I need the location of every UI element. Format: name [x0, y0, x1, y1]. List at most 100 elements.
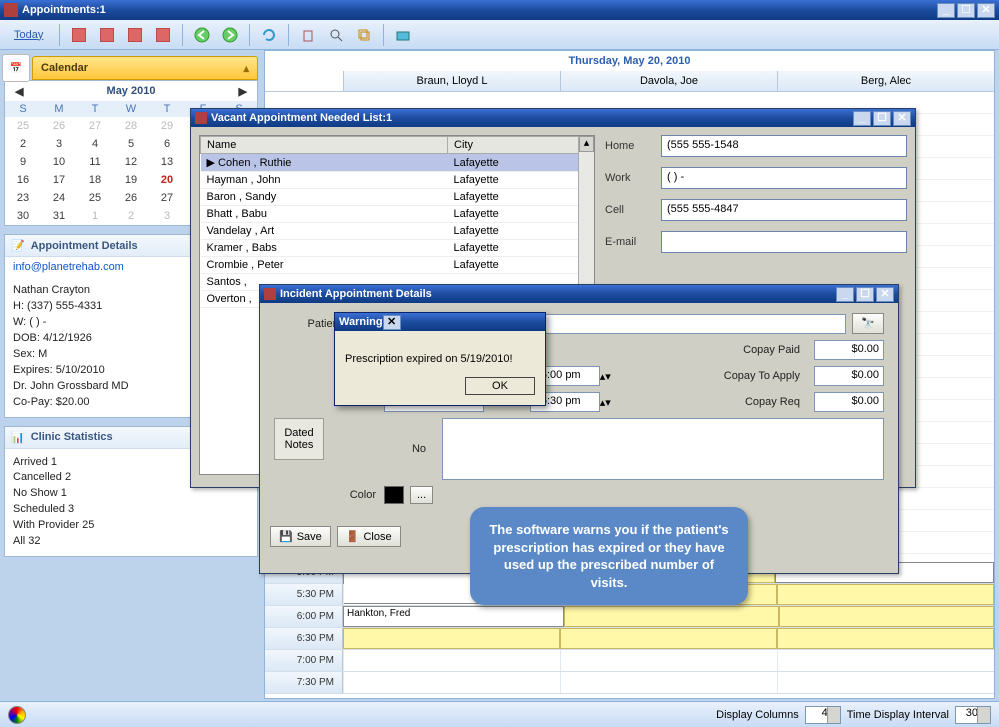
- scroll-up[interactable]: ▴: [579, 136, 594, 152]
- calendar-day[interactable]: 29: [149, 117, 185, 135]
- calendar-day[interactable]: 3: [149, 207, 185, 225]
- calendar-day[interactable]: 1: [77, 207, 113, 225]
- calendar-day[interactable]: 28: [113, 117, 149, 135]
- tool-icon-2[interactable]: [96, 24, 118, 46]
- list-row[interactable]: Baron , SandyLafayette: [201, 189, 594, 206]
- home-input[interactable]: (555 555-1548: [661, 135, 907, 157]
- search-user-icon[interactable]: [325, 24, 347, 46]
- vacant-close[interactable]: ✕: [893, 111, 911, 126]
- color-picker-button[interactable]: ...: [410, 486, 433, 504]
- copy-icon[interactable]: [353, 24, 375, 46]
- incident-close[interactable]: ✕: [876, 287, 894, 302]
- list-row[interactable]: Crombie , PeterLafayette: [201, 257, 594, 274]
- tool-icon-3[interactable]: [124, 24, 146, 46]
- calendar-day[interactable]: 18: [77, 171, 113, 189]
- calendar-day[interactable]: 10: [41, 153, 77, 171]
- warning-ok-button[interactable]: OK: [465, 377, 535, 395]
- provider-col-1[interactable]: Braun, Lloyd L: [343, 71, 560, 91]
- calendar-day[interactable]: 11: [77, 153, 113, 171]
- calendar-day[interactable]: 30: [5, 207, 41, 225]
- delete-icon[interactable]: [297, 24, 319, 46]
- help-callout: The software warns you if the patient's …: [470, 507, 748, 605]
- list-row[interactable]: ▶ Cohen , RuthieLafayette: [201, 154, 594, 172]
- provider-col-2[interactable]: Davola, Joe: [560, 71, 777, 91]
- close-button[interactable]: 🚪 Close: [337, 526, 401, 547]
- calendar-day[interactable]: 3: [41, 135, 77, 153]
- calendar-day[interactable]: 23: [5, 189, 41, 207]
- copay-paid-input[interactable]: $0.00: [814, 340, 884, 360]
- save-button[interactable]: 💾 Save: [270, 526, 331, 547]
- window-icon: [195, 112, 207, 124]
- next-month-button[interactable]: ▶: [239, 85, 247, 98]
- time-interval-spinner[interactable]: 30: [955, 706, 991, 724]
- nav-back-button[interactable]: [191, 24, 213, 46]
- calendar-day[interactable]: 26: [113, 189, 149, 207]
- binoculars-icon: 🔭: [861, 317, 875, 330]
- time-730pm: 7:30 PM: [265, 672, 343, 693]
- calendar-day[interactable]: 13: [149, 153, 185, 171]
- notepad-icon: 📝: [11, 239, 25, 252]
- list-row[interactable]: Kramer , BabsLafayette: [201, 240, 594, 257]
- tool-icon-4[interactable]: [152, 24, 174, 46]
- calendar-day[interactable]: 25: [5, 117, 41, 135]
- prev-month-button[interactable]: ◀: [15, 85, 23, 98]
- copay-req-input[interactable]: $0.00: [814, 392, 884, 412]
- dated-notes-button[interactable]: Dated Notes: [274, 418, 324, 460]
- cell-input[interactable]: (555 555-4847: [661, 199, 907, 221]
- calendar-day[interactable]: 9: [5, 153, 41, 171]
- provider-header-row: Braun, Lloyd L Davola, Joe Berg, Alec: [265, 71, 994, 92]
- month-label: May 2010: [107, 85, 156, 97]
- list-row[interactable]: Bhatt , BabuLafayette: [201, 206, 594, 223]
- color-swatch[interactable]: [384, 486, 404, 504]
- email-input[interactable]: [661, 231, 907, 253]
- time-7pm: 7:00 PM: [265, 650, 343, 671]
- vacant-minimize[interactable]: _: [853, 111, 871, 126]
- calendar-day[interactable]: 2: [113, 207, 149, 225]
- maximize-button[interactable]: ☐: [957, 3, 975, 18]
- display-columns-spinner[interactable]: 4: [805, 706, 841, 724]
- calendar-day[interactable]: 17: [41, 171, 77, 189]
- nav-forward-button[interactable]: [219, 24, 241, 46]
- calendar-day[interactable]: 24: [41, 189, 77, 207]
- time-530pm: 5:30 PM: [265, 584, 343, 605]
- lookup-button[interactable]: 🔭: [852, 313, 884, 334]
- copay-paid-label: Copay Paid: [743, 344, 808, 356]
- calendar-day[interactable]: 16: [5, 171, 41, 189]
- incident-maximize[interactable]: ☐: [856, 287, 874, 302]
- provider-col-3[interactable]: Berg, Alec: [777, 71, 994, 91]
- warning-close[interactable]: ✕: [383, 315, 401, 330]
- calendar-panel-header[interactable]: Calendar ▴: [32, 56, 258, 80]
- col-city[interactable]: City: [448, 137, 594, 154]
- calendar-day[interactable]: 4: [77, 135, 113, 153]
- list-row[interactable]: Vandelay , ArtLafayette: [201, 223, 594, 240]
- today-button[interactable]: Today: [6, 27, 51, 43]
- calendar-day[interactable]: 31: [41, 207, 77, 225]
- calendar-day[interactable]: 12: [113, 153, 149, 171]
- refresh-icon[interactable]: [258, 24, 280, 46]
- notes-textarea[interactable]: [442, 418, 884, 480]
- list-row[interactable]: Hayman , JohnLafayette: [201, 172, 594, 189]
- col-name[interactable]: Name: [201, 137, 448, 154]
- calendar-day[interactable]: 20: [149, 171, 185, 189]
- export-icon[interactable]: [392, 24, 414, 46]
- close-button[interactable]: ✕: [977, 3, 995, 18]
- work-input[interactable]: ( ) -: [661, 167, 907, 189]
- calendar-day[interactable]: 2: [5, 135, 41, 153]
- calendar-day[interactable]: 27: [149, 189, 185, 207]
- vacant-maximize[interactable]: ☐: [873, 111, 891, 126]
- calendar-day[interactable]: 26: [41, 117, 77, 135]
- appt-hankton[interactable]: Hankton, Fred: [343, 606, 564, 627]
- tool-icon-1[interactable]: [68, 24, 90, 46]
- copay-apply-input[interactable]: $0.00: [814, 366, 884, 386]
- calendar-day[interactable]: 6: [149, 135, 185, 153]
- work-label: Work: [605, 172, 661, 184]
- color-wheel-icon[interactable]: [8, 706, 26, 724]
- time-interval-label: Time Display Interval: [847, 709, 949, 721]
- calendar-day[interactable]: 27: [77, 117, 113, 135]
- minimize-button[interactable]: _: [937, 3, 955, 18]
- calendar-day[interactable]: 5: [113, 135, 149, 153]
- incident-minimize[interactable]: _: [836, 287, 854, 302]
- calendar-day[interactable]: 19: [113, 171, 149, 189]
- notes-label: No: [324, 443, 434, 455]
- calendar-day[interactable]: 25: [77, 189, 113, 207]
